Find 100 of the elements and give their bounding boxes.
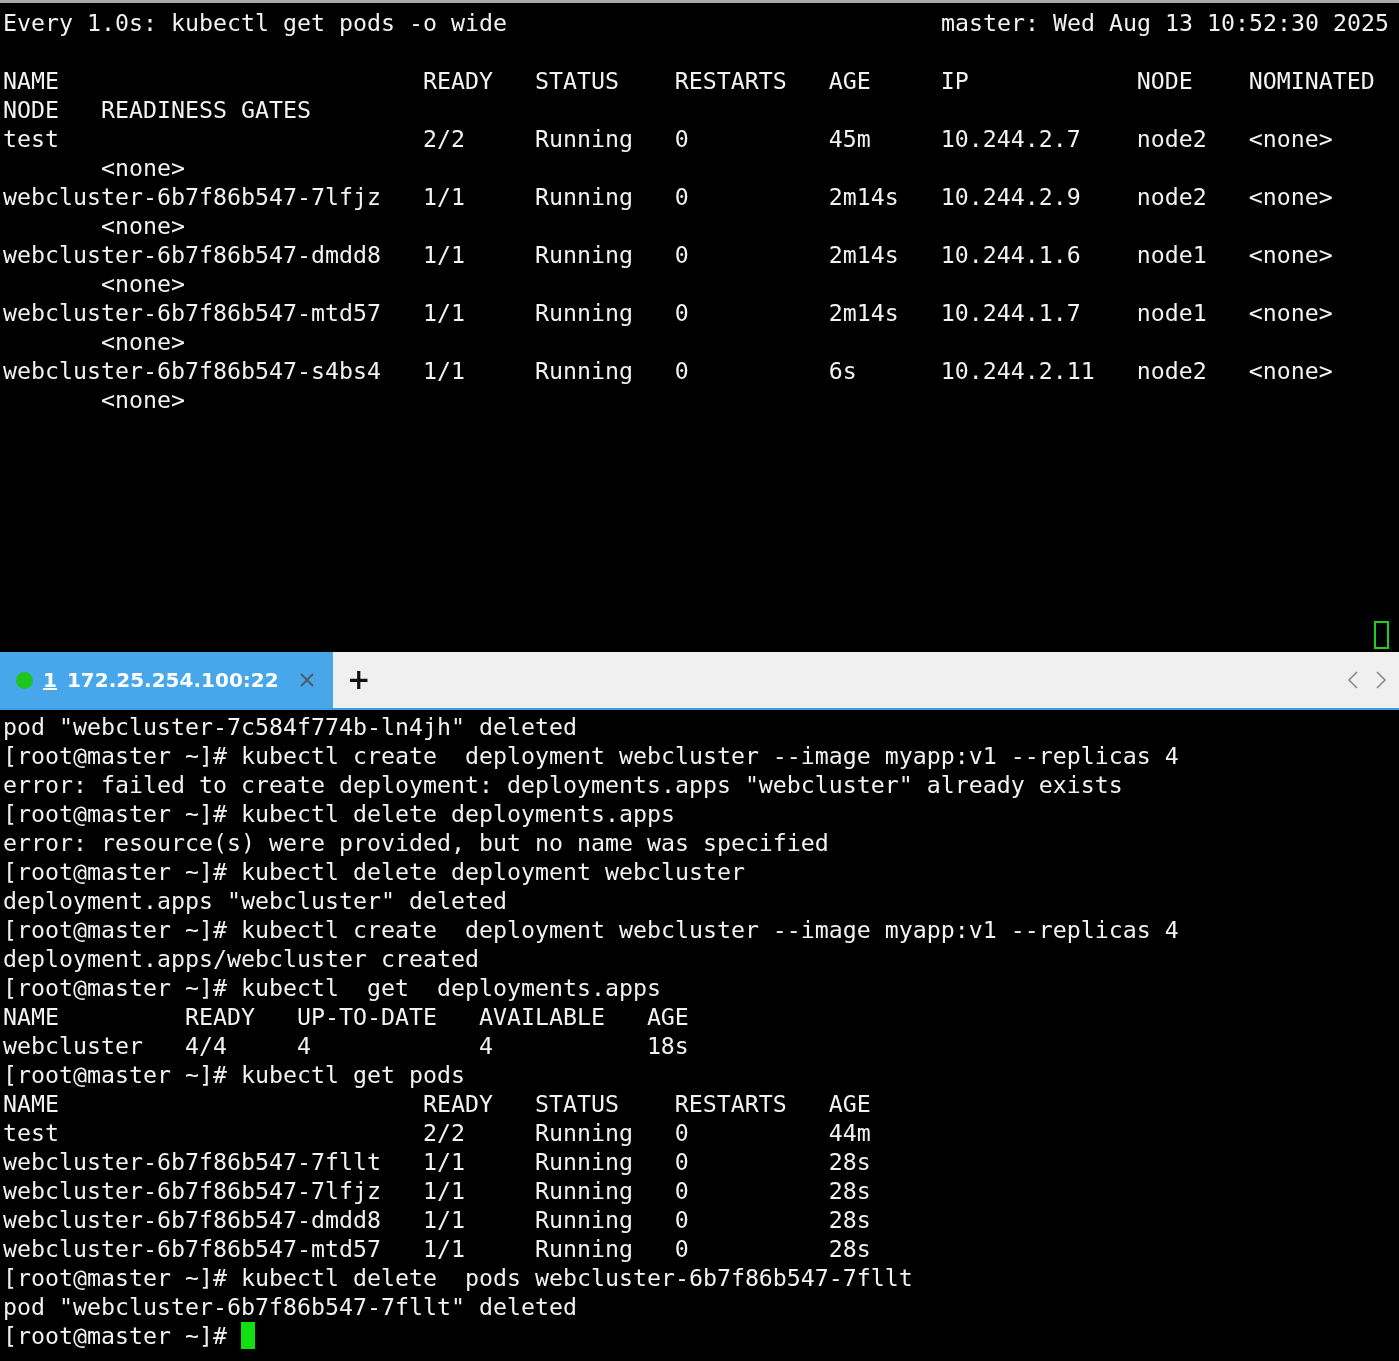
table-cell: 28s bbox=[828, 1147, 871, 1176]
table-cell: <none> bbox=[1248, 182, 1333, 211]
table-cell-text: Running bbox=[534, 1176, 634, 1205]
column-header: NAME bbox=[3, 66, 60, 95]
column-header: RESTARTS bbox=[674, 66, 788, 95]
column-header: NAME bbox=[3, 1089, 60, 1118]
table-cell: 44m bbox=[828, 1118, 871, 1147]
table-cell: <none> bbox=[1248, 124, 1333, 153]
watch-command: Every 1.0s: kubectl get pods -o wide bbox=[3, 8, 507, 37]
terminal-line: pod "webcluster-6b7f86b547-7fllt" deleted bbox=[3, 1292, 577, 1321]
table-cell-text: node1 bbox=[1136, 240, 1208, 269]
table-cell-text: Running bbox=[534, 1118, 634, 1147]
table-cell-text: 1/1 bbox=[422, 356, 466, 385]
terminal-line: pod "webcluster-7c584f774b-ln4jh" deleted bbox=[3, 712, 577, 741]
table-cell-text: webcluster-6b7f86b547-mtd57 bbox=[3, 1234, 382, 1263]
column-header: AGE bbox=[828, 66, 872, 95]
table-cell: <none> bbox=[1248, 298, 1333, 327]
table-cell-text: webcluster-6b7f86b547-7lfjz bbox=[3, 182, 382, 211]
table-cell-text: webcluster-6b7f86b547-dmdd8 bbox=[3, 240, 382, 269]
chevron-left-icon[interactable] bbox=[1347, 670, 1359, 690]
table-cell-text: Running bbox=[534, 124, 634, 153]
table-cell-text: 1/1 bbox=[422, 240, 466, 269]
table-cell: 28s bbox=[828, 1205, 871, 1234]
column-header: NODE bbox=[3, 95, 60, 124]
table-cell: 18s bbox=[646, 1031, 689, 1060]
table-cell-text: Running bbox=[534, 182, 634, 211]
table-cell: <none> bbox=[1248, 356, 1333, 385]
column-header: READY bbox=[184, 1002, 256, 1031]
table-cell-text: 1/1 bbox=[422, 1205, 466, 1234]
table-cell-text: Running bbox=[534, 1234, 634, 1263]
column-header: READY bbox=[422, 1089, 494, 1118]
table-cell-text: 10.244.2.7 bbox=[940, 124, 1082, 153]
table-cell-text: test bbox=[3, 1118, 60, 1147]
table-cell-text: node2 bbox=[1136, 124, 1208, 153]
new-tab-button[interactable]: + bbox=[347, 666, 371, 694]
table-cell-text: Running bbox=[534, 240, 634, 269]
table-cell: <none> bbox=[100, 211, 185, 240]
terminal-line: deployment.apps/webcluster created bbox=[3, 944, 479, 973]
table-cell-text: 10.244.1.7 bbox=[940, 298, 1082, 327]
table-cell-text: Running bbox=[534, 1205, 634, 1234]
host-time: master: Wed Aug 13 10:52:30 2025 bbox=[941, 8, 1389, 37]
table-cell-text: 4/4 bbox=[184, 1031, 228, 1060]
table-cell-text: 0 bbox=[674, 1118, 690, 1147]
table-cell-text: 2m14s bbox=[828, 182, 900, 211]
table-cell-text: 0 bbox=[674, 1234, 690, 1263]
table-cell-text: node1 bbox=[1136, 298, 1208, 327]
tab-number: 1 bbox=[43, 666, 57, 694]
table-cell-text: 6s bbox=[828, 356, 858, 385]
terminal-line: [root@master ~]# kubectl create deployment webcluster --image myapp:v1 --replicas 4 bbox=[3, 741, 1179, 770]
terminal-prompt: [root@master ~]# bbox=[3, 1321, 227, 1350]
table-cell-text: webcluster-6b7f86b547-7fllt bbox=[3, 1147, 382, 1176]
table-cell-text: 0 bbox=[674, 1205, 690, 1234]
table-cell-text: node2 bbox=[1136, 356, 1208, 385]
table-cell-text: 1/1 bbox=[422, 182, 466, 211]
table-cell-text: 1/1 bbox=[422, 1147, 466, 1176]
column-header: IP bbox=[940, 66, 970, 95]
column-header: AVAILABLE bbox=[478, 1002, 606, 1031]
column-header: STATUS bbox=[534, 66, 620, 95]
terminal-line: error: failed to create deployment: deployments.apps "webcluster" already exists bbox=[3, 770, 1123, 799]
column-header: NODE bbox=[1136, 66, 1194, 95]
table-cell-text: 1/1 bbox=[422, 1234, 466, 1263]
table-cell: 28s bbox=[828, 1234, 871, 1263]
chevron-right-icon[interactable] bbox=[1375, 670, 1387, 690]
table-cell-text: 4 bbox=[478, 1031, 494, 1060]
terminal-line: [root@master ~]# kubectl get deployments.apps bbox=[3, 973, 661, 1002]
terminal-line: error: resource(s) were provided, but no name was specified bbox=[3, 828, 829, 857]
column-header: AGE bbox=[646, 1002, 689, 1031]
table-cell-text: 0 bbox=[674, 298, 690, 327]
column-header: NOMINATED bbox=[1248, 66, 1375, 95]
table-cell-text: 0 bbox=[674, 1176, 690, 1205]
terminal-line: deployment.apps "webcluster" deleted bbox=[3, 886, 507, 915]
table-cell: <none> bbox=[100, 327, 185, 356]
table-cell: <none> bbox=[100, 269, 185, 298]
table-cell-text: webcluster-6b7f86b547-dmdd8 bbox=[3, 1205, 382, 1234]
terminal-line: [root@master ~]# kubectl delete deployments.apps bbox=[3, 799, 675, 828]
table-cell-text: 0 bbox=[674, 182, 690, 211]
table-cell-text: 10.244.1.6 bbox=[940, 240, 1082, 269]
column-header: AGE bbox=[828, 1089, 871, 1118]
table-cell: <none> bbox=[1248, 240, 1333, 269]
table-cell-text: 1/1 bbox=[422, 1176, 466, 1205]
table-cell-text: webcluster-6b7f86b547-7lfjz bbox=[3, 1176, 382, 1205]
table-cell-text: Running bbox=[534, 1147, 634, 1176]
terminal-line: [root@master ~]# kubectl delete pods webcluster-6b7f86b547-7fllt bbox=[3, 1263, 913, 1292]
table-cell-text: webcluster-6b7f86b547-s4bs4 bbox=[3, 356, 382, 385]
table-cell-text: webcluster bbox=[3, 1031, 144, 1060]
table-cell-text: 2/2 bbox=[422, 124, 466, 153]
column-header: RESTARTS bbox=[674, 1089, 788, 1118]
cursor bbox=[1374, 621, 1389, 649]
table-cell-text: 4 bbox=[296, 1031, 312, 1060]
table-cell: <none> bbox=[100, 153, 185, 182]
table-cell-text: 2m14s bbox=[828, 298, 900, 327]
column-header: UP-TO-DATE bbox=[296, 1002, 438, 1031]
table-cell-text: 10.244.2.11 bbox=[940, 356, 1096, 385]
column-header: NAME bbox=[3, 1002, 60, 1031]
close-icon[interactable] bbox=[299, 672, 315, 688]
table-cell-text: Running bbox=[534, 298, 634, 327]
table-cell-text: 2m14s bbox=[828, 240, 900, 269]
table-cell-text: 0 bbox=[674, 1147, 690, 1176]
terminal-line: [root@master ~]# kubectl delete deployment webcluster bbox=[3, 857, 745, 886]
table-cell-text: webcluster-6b7f86b547-mtd57 bbox=[3, 298, 382, 327]
